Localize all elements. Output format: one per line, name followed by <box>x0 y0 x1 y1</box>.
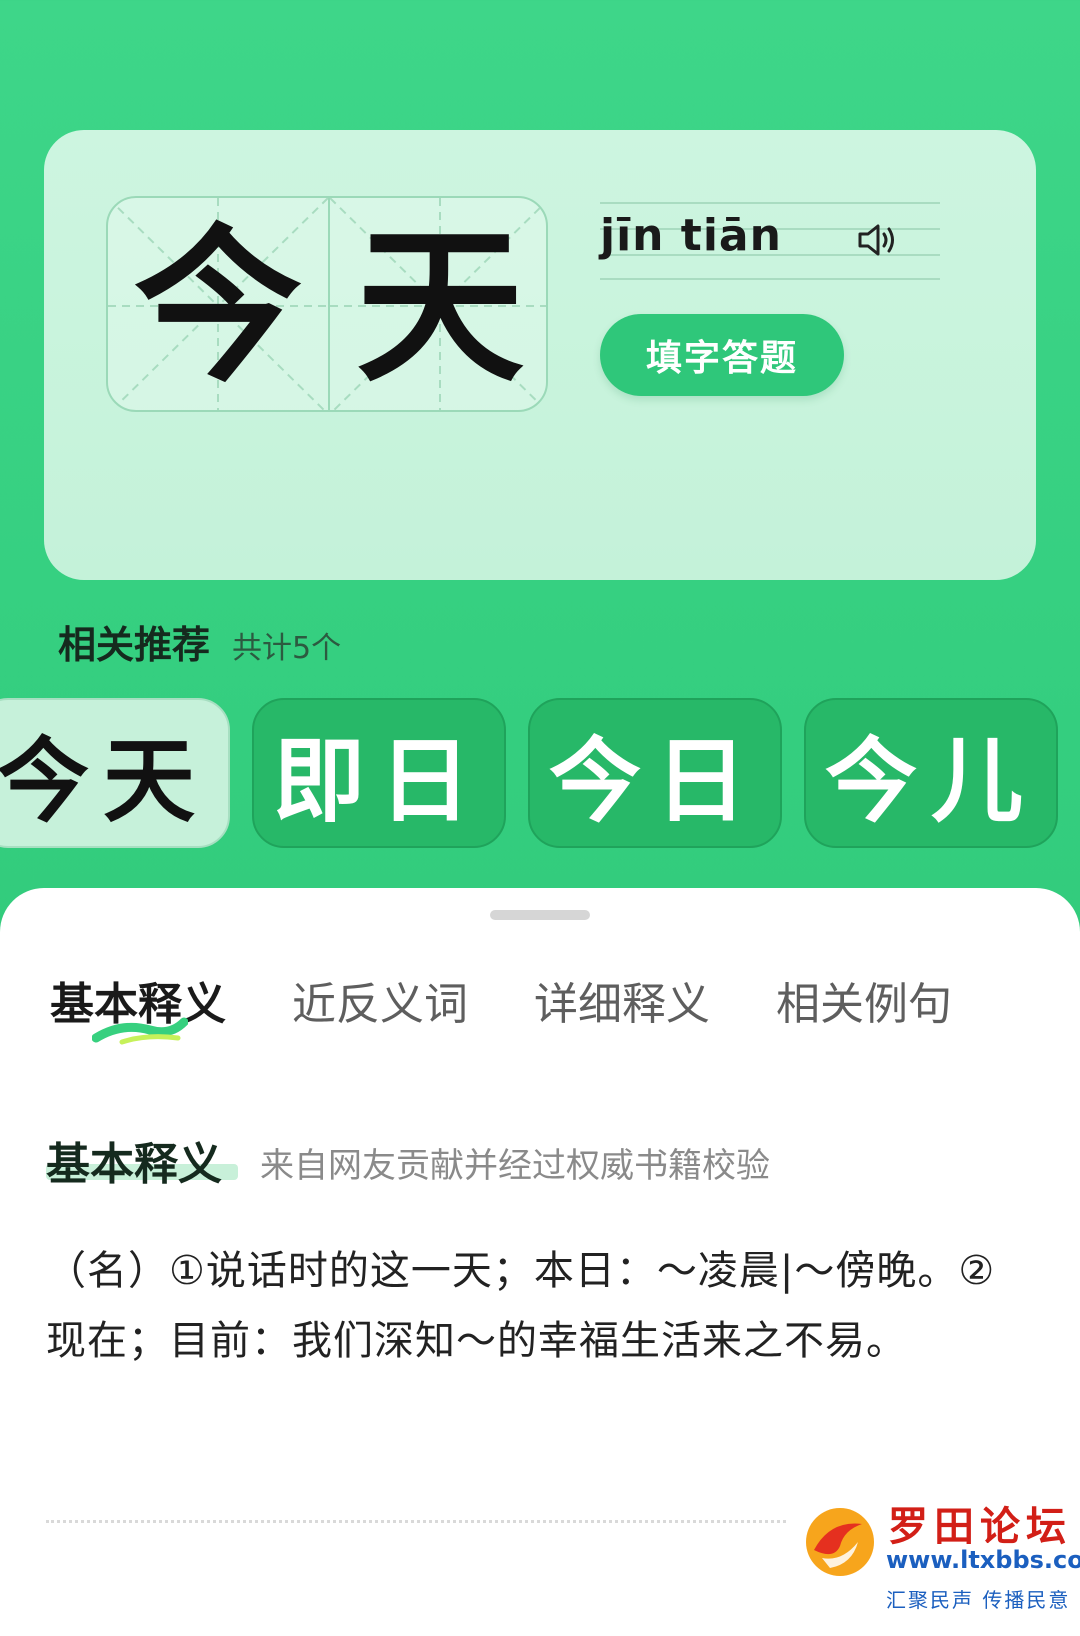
word-card: 今 天 jīn tiān 填字答题 <box>44 130 1036 580</box>
watermark-url: www.ltxbbs.com <box>886 1546 1080 1574</box>
divider <box>46 1520 786 1523</box>
tab-example-sentences[interactable]: 相关例句 <box>776 968 952 1032</box>
tab-detailed-meaning[interactable]: 详细释义 <box>534 968 710 1032</box>
drag-handle[interactable] <box>490 910 590 920</box>
watermark-slogan: 汇聚民声 传播民意 <box>886 1588 1071 1612</box>
character-glyph: 天 <box>356 207 524 405</box>
phoenix-logo-icon <box>806 1508 874 1576</box>
section-source-note: 来自网友贡献并经过权威书籍校验 <box>260 1146 770 1186</box>
related-item[interactable]: 今儿 <box>804 698 1058 848</box>
pinyin-line <box>600 202 940 204</box>
section-title: 基本释义 <box>46 1139 222 1190</box>
related-title: 相关推荐 <box>58 623 211 667</box>
character-grid: 今 天 <box>106 196 548 412</box>
watermark: 罗田论坛 www.ltxbbs.com 汇聚民声 传播民意 <box>800 1488 1080 1628</box>
tab-synonyms-antonyms[interactable]: 近反义词 <box>292 968 468 1032</box>
pinyin-text: jīn tiān <box>600 210 782 261</box>
related-item[interactable]: 今日 <box>528 698 782 848</box>
fill-word-quiz-button[interactable]: 填字答题 <box>600 314 844 396</box>
related-item[interactable]: 即日 <box>252 698 506 848</box>
definition-text: （名）①说话时的这一天；本日：～凌晨|～傍晚。②现在；目前：我们深知～的幸福生活… <box>46 1248 996 1364</box>
character-glyph: 今 <box>134 207 302 405</box>
related-list: 今天 即日 今日 今儿 <box>0 698 1080 848</box>
pinyin-area: jīn tiān <box>600 200 940 280</box>
character-cell[interactable]: 天 <box>328 198 546 410</box>
tab-active-indicator <box>92 1017 188 1045</box>
watermark-name: 罗田论坛 <box>888 1503 1072 1550</box>
related-count: 共计5个 <box>232 631 342 666</box>
speaker-icon[interactable] <box>856 220 900 260</box>
related-header: 相关推荐 共计5个 <box>58 614 342 667</box>
character-cell[interactable]: 今 <box>108 198 328 410</box>
related-item-active[interactable]: 今天 <box>0 698 230 848</box>
pinyin-line <box>600 278 940 280</box>
